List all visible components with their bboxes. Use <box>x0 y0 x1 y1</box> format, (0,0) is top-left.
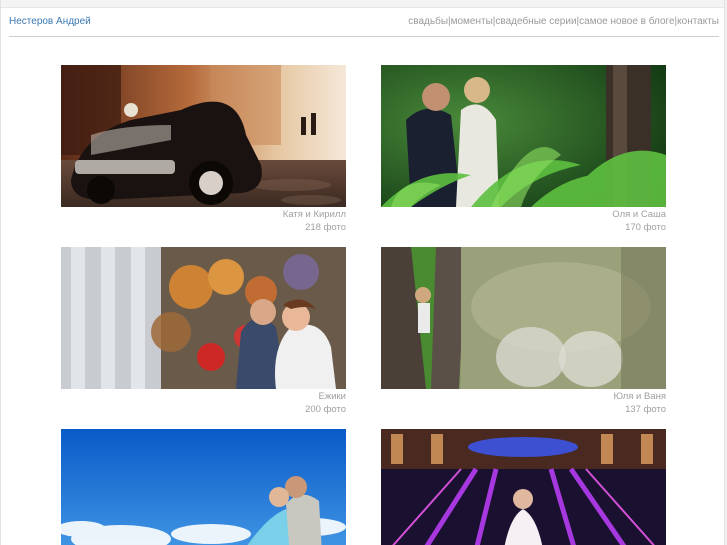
album-meta: Оля и Саша 170 фото <box>381 208 666 234</box>
album-photo-count: 200 фото <box>305 404 346 415</box>
top-strip <box>1 0 724 8</box>
site-title-link[interactable]: Нестеров Андрей <box>9 16 91 27</box>
page: Нестеров Андрей свадьбы|моменты|свадебны… <box>0 0 725 545</box>
album-meta: Катя и Кирилл 218 фото <box>61 208 346 234</box>
album-meta: Юля и Ваня 137 фото <box>381 390 666 416</box>
album-meta: Ежики 200 фото <box>61 390 346 416</box>
album-photo[interactable] <box>381 65 666 207</box>
album-title[interactable]: Оля и Саша <box>381 208 666 221</box>
header: Нестеров Андрей свадьбы|моменты|свадебны… <box>9 16 719 30</box>
nav-contacts[interactable]: контакты <box>677 16 719 27</box>
album-title[interactable]: Ежики <box>61 390 346 403</box>
album-photo-count: 170 фото <box>625 222 666 233</box>
album-photo-count: 137 фото <box>625 404 666 415</box>
nav-moments[interactable]: моменты <box>451 16 493 27</box>
header-divider <box>9 36 719 37</box>
album-title[interactable]: Катя и Кирилл <box>61 208 346 221</box>
nav-blog-latest[interactable]: самое новое в блоге <box>579 16 674 27</box>
album-photo[interactable] <box>381 247 666 389</box>
nav-wedding-series[interactable]: свадебные серии <box>495 16 576 27</box>
main-nav: свадьбы|моменты|свадебные серии|самое но… <box>408 16 719 27</box>
album-photo[interactable] <box>61 65 346 207</box>
album-photo[interactable] <box>61 247 346 389</box>
album-photo[interactable] <box>381 429 666 545</box>
album-photo-count: 218 фото <box>305 222 346 233</box>
album-photo[interactable] <box>61 429 346 545</box>
nav-weddings[interactable]: свадьбы <box>408 16 448 27</box>
album-title[interactable]: Юля и Ваня <box>381 390 666 403</box>
